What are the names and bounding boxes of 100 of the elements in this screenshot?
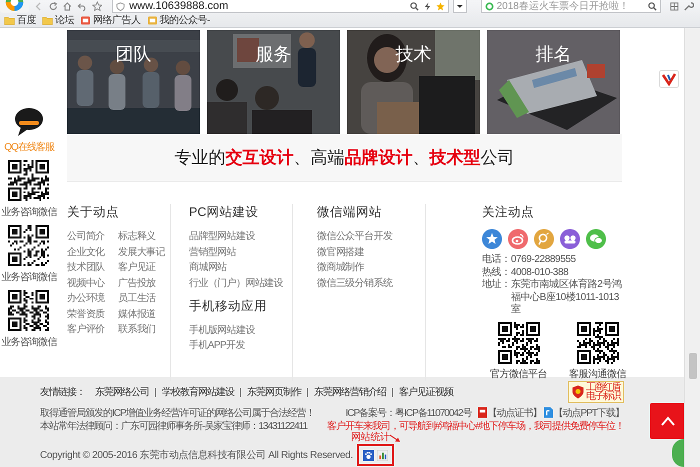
shield-icon [116,2,126,10]
footer-link[interactable]: 营销型网站 [189,246,292,258]
footer-link[interactable]: 员工生活 [118,293,170,305]
qr-code [6,158,52,203]
address-bar[interactable]: www.10639888.com [112,0,450,13]
home-icon[interactable] [62,1,73,12]
footer-link[interactable]: 公司简介 [67,231,118,243]
footer-link[interactable]: 媒体报道 [118,308,170,320]
footer-link[interactable]: 荣誉资质 [67,308,118,320]
footer-link[interactable]: 企业文化 [67,246,118,258]
notice-text: 取得通管局颁发的ICP增值业务经营许可证的网络公司属于合法经营！ [40,406,315,420]
contact-label: 热线： [482,266,511,278]
copyright-text: Copyright © 2005-2016 东莞市动点信息科技有限公司 All Rights Reserved. [40,448,353,462]
bookmark-item[interactable]: 网络广告人 [80,13,140,27]
footer-link[interactable]: 广告投放 [118,278,170,290]
footer-link[interactable]: 行业（门户）网站建设 [189,278,292,290]
scrollbar-thumb[interactable] [689,353,697,379]
paw-icon[interactable] [362,450,374,460]
notice-text: 本站常年法律顾问：广东可园律师事务所-吴家宝律师：13431122411 [40,420,308,432]
ring-icon[interactable] [508,229,528,249]
certification-badge[interactable]: 工商红盾 电子标识 [568,381,624,403]
footer-link[interactable]: 发展大事记 [118,246,170,258]
friend-link[interactable]: 东莞网页制作 [240,388,307,396]
links-label: 友情链接： [40,386,85,399]
footer-link[interactable]: 品牌型网站建设 [189,231,292,243]
friend-link[interactable]: 东莞网络营销介绍 [307,388,392,396]
column-heading: PC网站建设 [189,204,260,221]
footer-link[interactable]: 手机APP开发 [189,340,292,352]
back-to-top-button[interactable] [650,403,684,439]
friend-link[interactable]: 学校教育网站建设 [155,388,240,396]
url-text: www.10639888.com [129,0,230,12]
footer-link[interactable]: 商城网站 [189,262,292,274]
grid-icon[interactable] [668,1,680,12]
stats-label: 网站统计 [350,430,390,444]
footer-link[interactable]: 微信三级分销系统 [317,278,425,290]
site-icon [80,16,91,24]
bookmark-item[interactable]: 百度 [4,13,36,27]
folder-icon [4,16,15,24]
footer-link[interactable]: 客户评价 [67,324,118,336]
friend-link[interactable]: 东莞网络公司 [89,385,155,399]
browser-logo-icon[interactable] [0,0,30,13]
qr-caption: 业务咨询微信 [1,206,57,219]
refresh-icon[interactable] [48,1,58,12]
scrollbar[interactable] [684,28,700,467]
tile-title: 团队 [116,43,152,66]
download-link[interactable]: 【动点PPT下载】 [544,406,624,420]
footer-link[interactable]: 客户见证 [118,262,170,274]
folder-icon [42,16,53,24]
icp-text: ICP备案号：粤ICP备11070042号 [345,406,472,420]
search-icon[interactable] [648,2,657,10]
footer-link[interactable]: 微官网搭建 [317,246,425,258]
dropdown-caret-icon[interactable] [453,0,467,13]
qr-code [6,223,52,268]
column-heading: 关于动点 [67,204,120,221]
qr-code [574,320,620,366]
chat-bubble-icon[interactable] [12,105,46,139]
footer-link[interactable]: 联系我们 [118,324,170,336]
bookmark-item[interactable]: 我的公众号- [146,13,210,27]
chat-icon[interactable] [586,229,606,249]
qr-caption: 业务咨询微信 [1,336,57,349]
column-heading: 手机移动应用 [189,298,268,314]
wrench-icon[interactable] [683,1,694,12]
chevron-up-icon [660,416,676,426]
search-field[interactable]: 2018春运火车票今日开抢啦！ [480,0,661,13]
footer-link[interactable]: 标志释义 [118,231,170,243]
pointer-arrow [388,434,401,443]
bookmark-item[interactable]: 论坛 [42,13,74,27]
column-heading: 关注动点 [482,204,535,221]
undo-icon[interactable] [76,1,88,12]
footer-link[interactable]: 办公环境 [67,293,118,305]
footer-link[interactable]: 技术团队 [67,262,118,274]
star-icon[interactable] [436,2,446,10]
footer-link[interactable]: 微信公众平台开发 [317,231,425,243]
qr-code [6,288,52,333]
contact-value: 4008-010-388 [510,266,570,278]
ring-icon [484,2,494,10]
tile-title: 技术 [396,43,432,66]
certificate-icon [478,407,487,418]
group-icon[interactable] [560,229,580,249]
contact-label: 电话： [482,254,511,266]
bar-chart-icon[interactable] [376,450,388,460]
column-heading: 微信端网站 [317,204,383,221]
friend-link[interactable]: 客户见证视频 [392,388,459,396]
lens-icon[interactable] [534,229,554,249]
slogan-text: 专业的交互设计、高端品牌设计、技术型公司 [174,147,514,169]
footer-link[interactable]: 手机版网站建设 [189,324,292,336]
qr-caption: 官方微信平台 [490,368,547,380]
contact-value: 0769-22889555 [510,254,577,266]
logo-icon[interactable] [659,70,679,88]
qr-caption: 业务咨询微信 [1,270,57,284]
footer-link[interactable]: 视频中心 [67,278,118,290]
service-label[interactable]: QQ在线客服 [4,140,54,154]
document-icon [544,407,553,418]
lightning-icon[interactable] [423,2,432,10]
footer-link[interactable]: 微商城制作 [317,262,425,274]
qr-code [496,320,542,366]
star-icon[interactable] [92,1,102,12]
download-link[interactable]: 【动点证书】 [478,406,542,420]
search-icon[interactable] [410,2,420,10]
tile-title: 服务 [256,43,292,66]
